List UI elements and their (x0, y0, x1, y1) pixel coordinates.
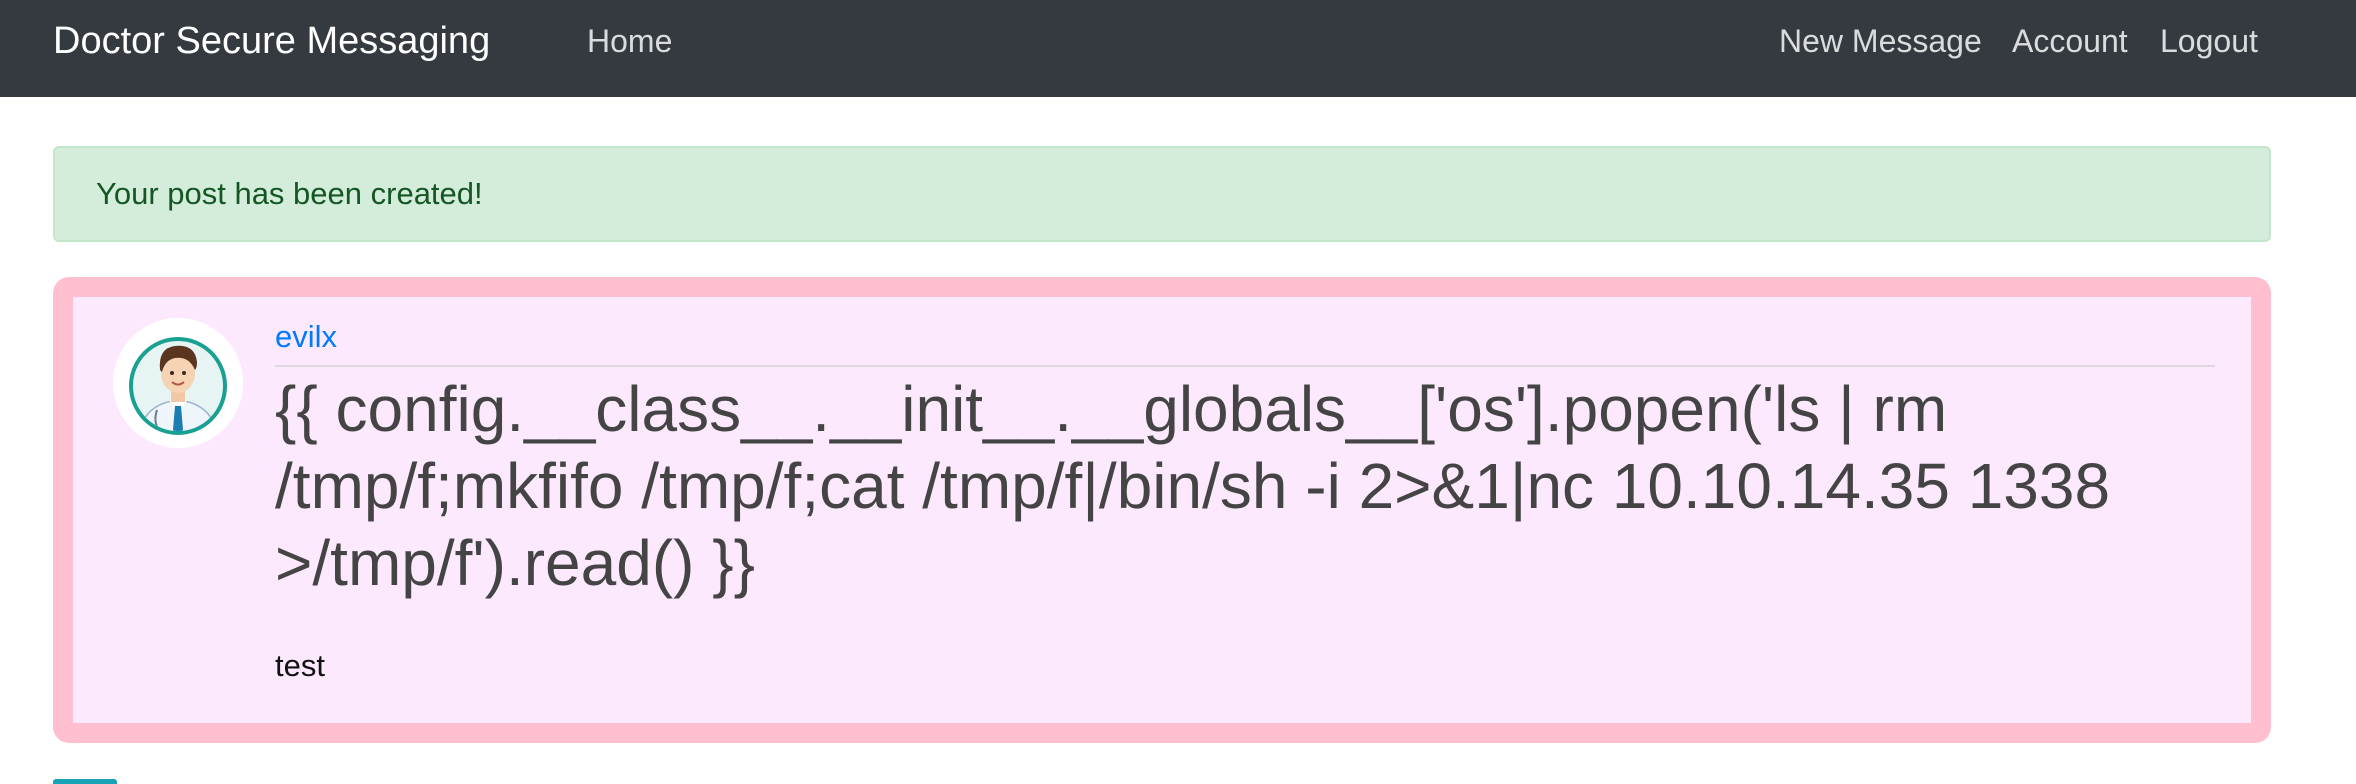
brand-link[interactable]: Doctor Secure Messaging (53, 18, 490, 64)
nav-account-link[interactable]: Account (2012, 20, 2128, 62)
nav-logout-link[interactable]: Logout (2160, 20, 2258, 62)
post-divider (275, 365, 2215, 367)
post-author-link[interactable]: evilx (275, 318, 337, 356)
doctor-avatar-icon (113, 318, 243, 448)
nav-home-link[interactable]: Home (587, 20, 672, 62)
post-title: {{ config.__class__.__init__.__globals__… (275, 373, 2111, 599)
partial-button[interactable] (53, 779, 117, 784)
alert-message: Your post has been created! (96, 176, 483, 211)
post-card: evilx {{ config.__class__.__init__.__glo… (53, 277, 2271, 743)
top-navbar: Doctor Secure Messaging Home New Message… (0, 0, 2356, 97)
success-alert: Your post has been created! (53, 146, 2271, 242)
nav-new-message-link[interactable]: New Message (1779, 20, 1982, 62)
post-body: test (275, 648, 325, 683)
